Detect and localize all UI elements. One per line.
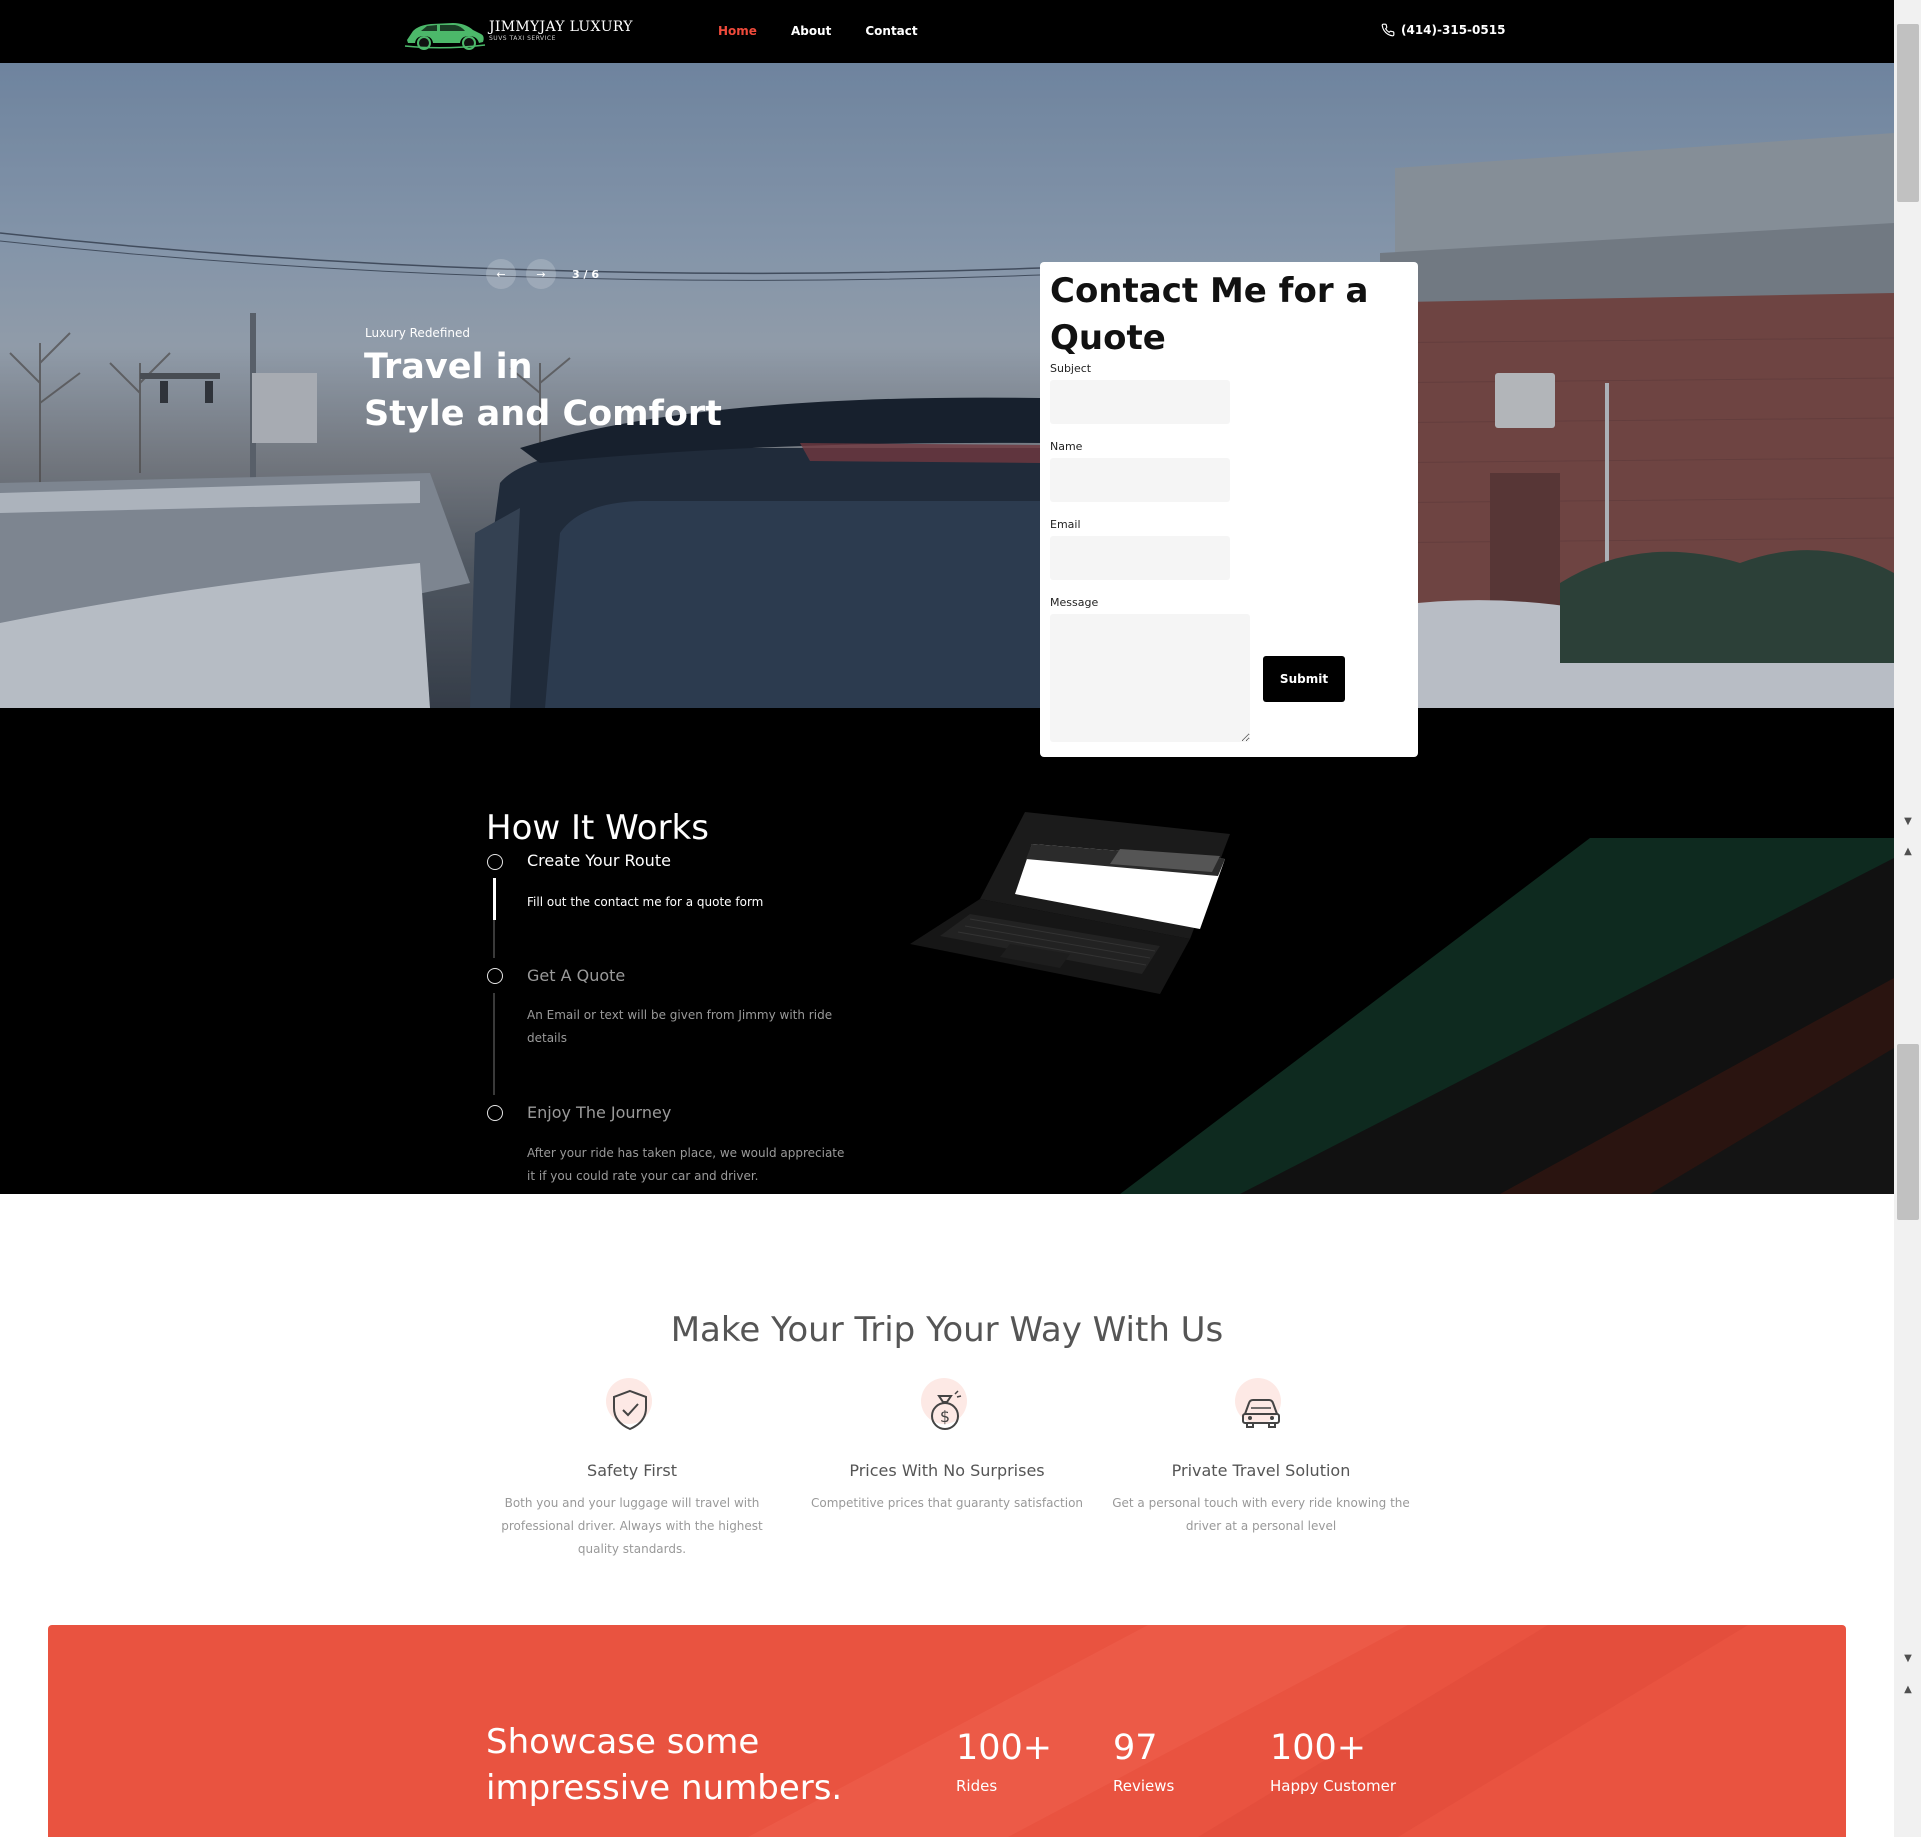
hero-title-line1: Travel in [364, 347, 533, 387]
email-label: Email [1050, 518, 1081, 531]
name-label: Name [1050, 440, 1083, 453]
scroll-down-arrow-icon[interactable]: ▼ [1900, 1653, 1916, 1665]
name-input[interactable] [1050, 458, 1230, 502]
shield-check-icon [613, 1389, 647, 1431]
laptop-image [910, 812, 1230, 994]
slider-controls: ← → 3 / 6 [486, 259, 599, 289]
hero-eyebrow: Luxury Redefined [365, 326, 470, 340]
nav-contact[interactable]: Contact [865, 24, 917, 38]
car-logo-icon [404, 23, 486, 50]
feature-title: Safety First [587, 1461, 677, 1480]
stats-background-pattern [748, 1625, 1748, 1837]
step-3-desc: After your ride has taken place, we woul… [527, 1146, 845, 1183]
slide-counter: 3 / 6 [572, 267, 599, 281]
step-2-line [493, 993, 495, 1095]
step-progress-indicator [493, 878, 496, 920]
hero-slider: ← → 3 / 6 Luxury Redefined Travel in Sty… [0, 63, 1894, 708]
logo[interactable]: JIMMYJAY LUXURY SUVS TAXI SERVICE [403, 12, 633, 52]
stats-banner: Showcase some impressive numbers. 100+ R… [48, 1625, 1846, 1837]
feature-icon-wrapper [604, 1378, 660, 1434]
page-scrollbar[interactable] [1894, 0, 1921, 1837]
feature-desc: Competitive prices that guaranty satisfa… [810, 1496, 1084, 1510]
stat-value: 97 [1113, 1728, 1158, 1768]
scroll-up-arrow-icon[interactable]: ▲ [1900, 1684, 1916, 1696]
hero-title: Travel in Style and Comfort [364, 344, 784, 438]
feature-safety: Safety First Both you and your luggage w… [482, 1378, 782, 1561]
features-title: Make Your Trip Your Way With Us [670, 1310, 1224, 1350]
money-bag-icon: $ [931, 1390, 962, 1430]
stats-heading-line2: impressive numbers. [486, 1768, 843, 1808]
site-header: JIMMYJAY LUXURY SUVS TAXI SERVICE Home A… [0, 0, 1894, 63]
step-3-marker [487, 1105, 503, 1121]
message-textarea[interactable] [1050, 614, 1250, 742]
arrow-right-icon: → [536, 267, 546, 281]
step-2-desc: An Email or text will be given from Jimm… [527, 1008, 833, 1045]
message-label: Message [1050, 596, 1099, 609]
stat-value: 100+ [956, 1728, 1053, 1768]
arrow-left-icon: ← [496, 267, 506, 281]
main-nav: Home About Contact [718, 24, 952, 38]
car-icon [1242, 1399, 1280, 1428]
stats-heading-line1: Showcase some [486, 1722, 760, 1762]
feature-desc: Get a personal touch with every ride kno… [1112, 1496, 1410, 1533]
stat-value: 100+ [1270, 1728, 1367, 1768]
logo-subtitle: SUVS TAXI SERVICE [489, 35, 556, 42]
stat-reviews: 97 Reviews [1113, 1728, 1174, 1795]
scrollbar-thumb-upper[interactable] [1897, 24, 1919, 202]
stat-label: Rides [956, 1777, 998, 1795]
feature-icon-wrapper: $ [919, 1378, 975, 1434]
feature-pricing: $ Prices With No Surprises Competitive p… [797, 1378, 1097, 1515]
slider-next-button[interactable]: → [526, 259, 556, 289]
stats-heading: Showcase some impressive numbers. [486, 1719, 886, 1811]
submit-button[interactable]: Submit [1263, 656, 1345, 702]
phone-number: (414)-315-0515 [1401, 23, 1506, 37]
step-2-title: Get A Quote [527, 966, 626, 985]
feature-private-travel: Private Travel Solution Get a personal t… [1111, 1378, 1411, 1538]
feature-title: Private Travel Solution [1171, 1461, 1351, 1480]
stat-rides: 100+ Rides [956, 1728, 1052, 1795]
how-it-works-title: How It Works [486, 808, 709, 848]
subject-label: Subject [1050, 362, 1092, 375]
feature-icon-wrapper [1233, 1378, 1289, 1434]
step-1-title: Create Your Route [527, 851, 671, 870]
step-3-title: Enjoy The Journey [527, 1103, 672, 1122]
hero-overlay [0, 63, 1894, 708]
scroll-up-arrow-icon[interactable]: ▲ [1900, 846, 1916, 858]
step-2-marker [487, 968, 503, 984]
step-1-marker [487, 854, 503, 870]
stat-label: Reviews [1113, 1777, 1175, 1795]
quote-form: Contact Me for a Quote Subject Name Emai… [1040, 262, 1418, 757]
phone-link[interactable]: (414)-315-0515 [1381, 23, 1505, 37]
phone-icon [1381, 23, 1395, 37]
step-1-desc: Fill out the contact me for a quote form [527, 895, 764, 909]
svg-text:$: $ [940, 1407, 950, 1426]
scrollbar-thumb-lower[interactable] [1897, 1044, 1919, 1220]
slider-prev-button[interactable]: ← [486, 259, 516, 289]
nav-about[interactable]: About [791, 24, 831, 38]
feature-desc: Both you and your luggage will travel wi… [501, 1496, 763, 1556]
scroll-down-arrow-icon[interactable]: ▼ [1900, 816, 1916, 828]
hero-title-line2: Style and Comfort [364, 394, 722, 434]
nav-home[interactable]: Home [718, 24, 757, 38]
how-it-works-section: How It Works Create Your Route Fill out … [0, 708, 1894, 1194]
feature-title: Prices With No Surprises [849, 1461, 1045, 1480]
logo-title: JIMMYJAY LUXURY [489, 19, 633, 35]
quote-form-title: Contact Me for a Quote [1050, 271, 1369, 358]
email-input[interactable] [1050, 536, 1230, 580]
stat-label: Happy Customer [1270, 1777, 1397, 1795]
subject-input[interactable] [1050, 380, 1230, 424]
stat-happy-customers: 100+ Happy Customer [1270, 1728, 1396, 1795]
